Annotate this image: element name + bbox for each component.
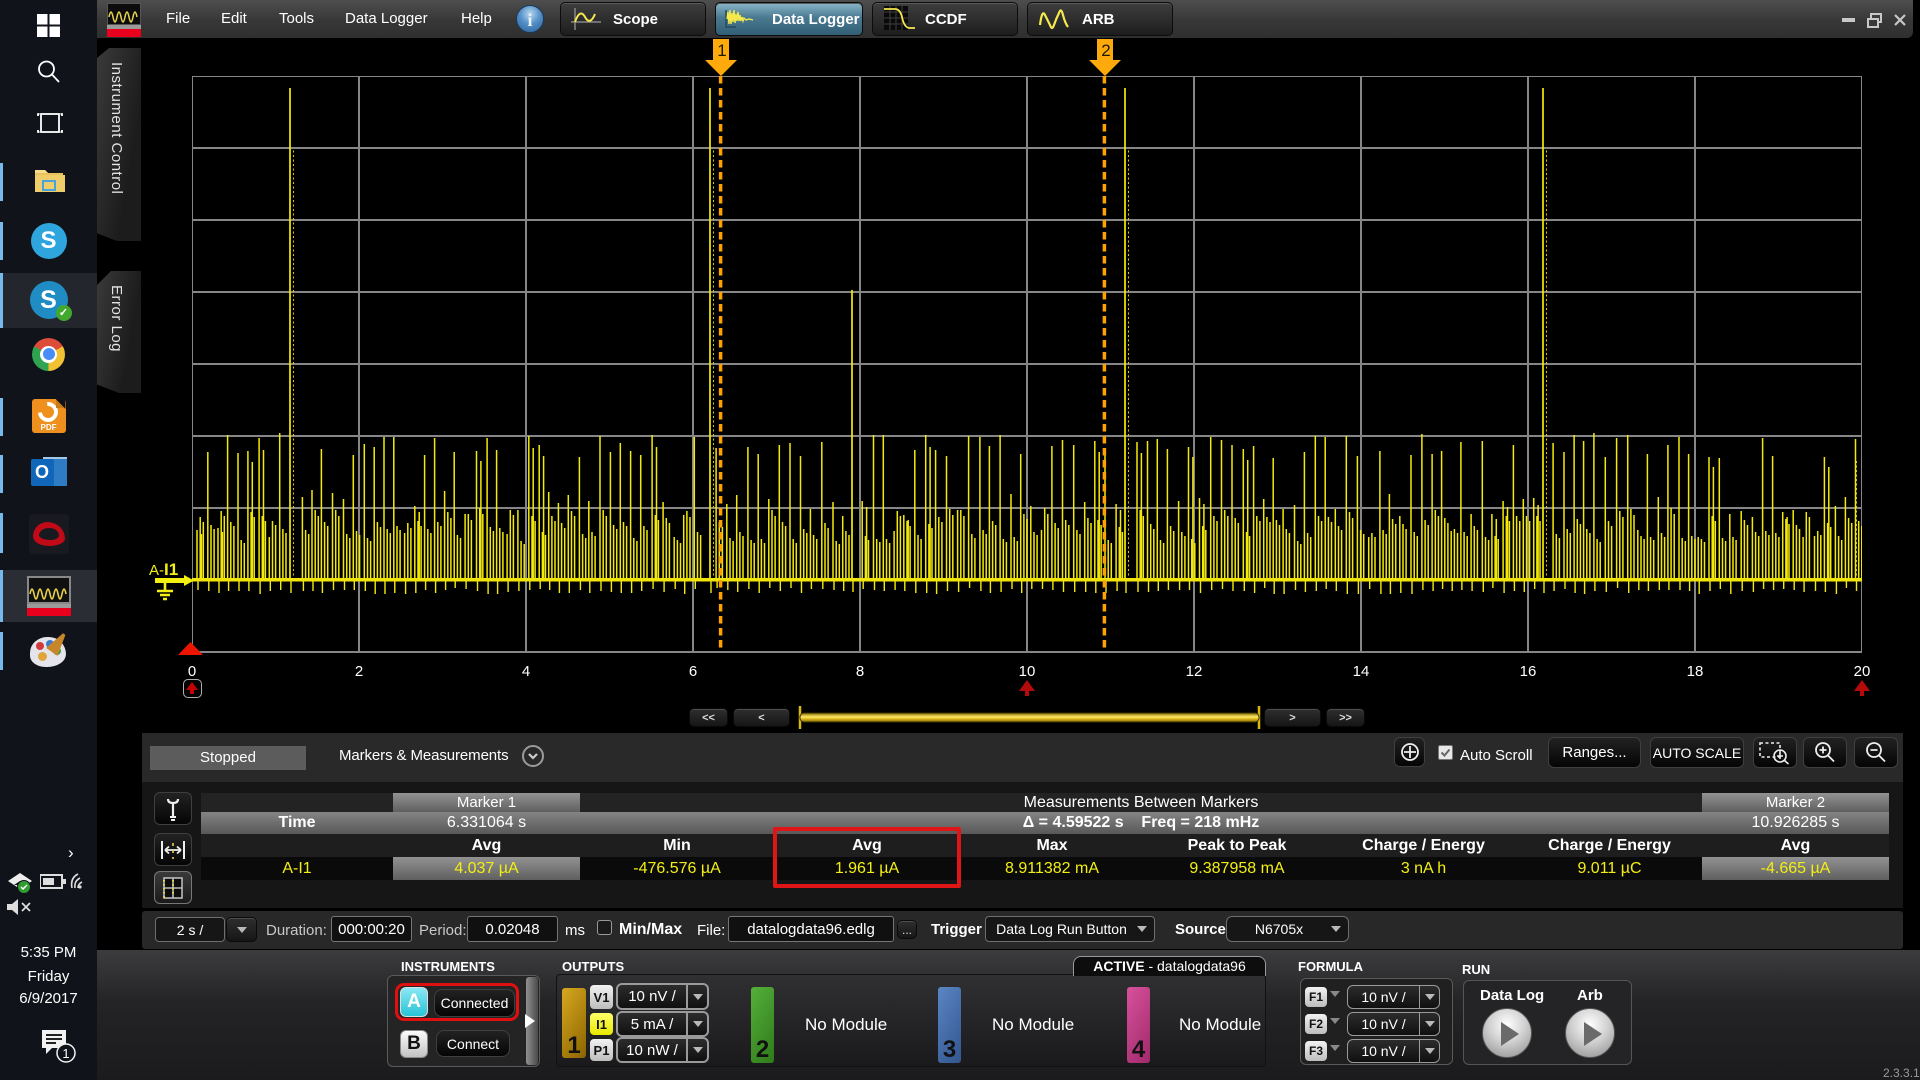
- svg-text:2: 2: [1101, 41, 1110, 60]
- svg-text:1: 1: [717, 41, 726, 60]
- svg-text:1: 1: [62, 1046, 69, 1061]
